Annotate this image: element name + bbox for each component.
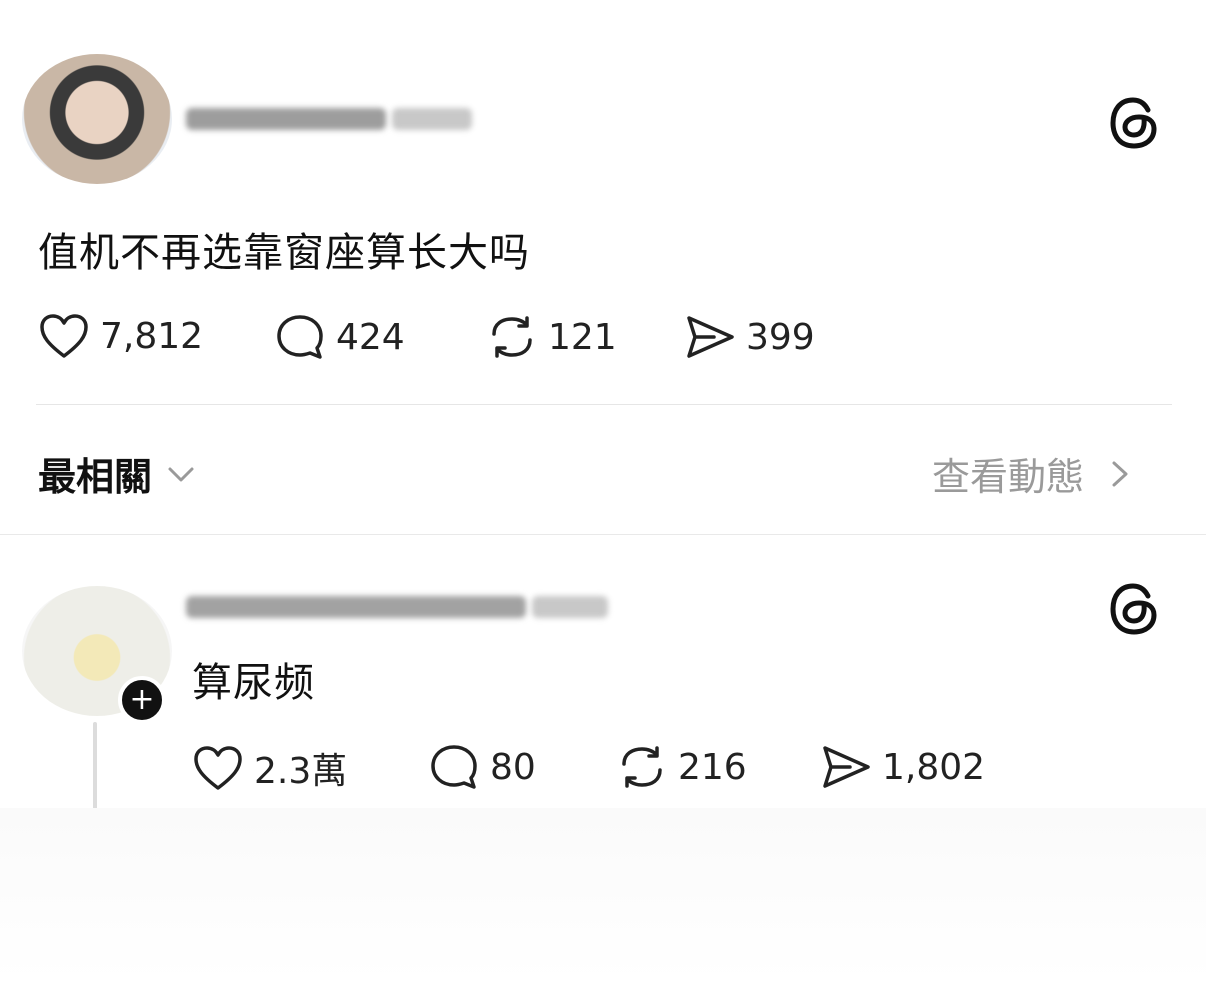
repost-icon [492, 316, 532, 358]
reply-like-count: 2.3萬 [254, 751, 348, 792]
post-timestamp [392, 108, 472, 130]
send-icon [687, 316, 734, 358]
like-button[interactable]: 7,812 [38, 312, 203, 360]
view-activity-link[interactable]: 查看動態 [932, 446, 1136, 501]
post-text: 值机不再选靠窗座算长大吗 [38, 230, 530, 276]
heart-icon [40, 314, 88, 358]
follow-button[interactable]: + [118, 676, 166, 724]
like-count: 7,812 [100, 315, 204, 357]
reply-share-count: 1,802 [882, 746, 986, 788]
repost-count: 121 [548, 316, 617, 358]
reply-repost-count: 216 [678, 746, 747, 788]
reply-thread-line [93, 722, 97, 810]
sort-label: 最相關 [38, 455, 153, 499]
reply-like-button[interactable]: 2.3萬 [192, 742, 347, 794]
comment-count: 424 [336, 316, 405, 358]
reply-comment-button[interactable]: 80 [428, 742, 536, 792]
post-divider [36, 404, 1172, 405]
heart-icon [194, 746, 242, 790]
reply-share-button[interactable]: 1,802 [820, 742, 985, 792]
reply-comment-count: 80 [490, 746, 536, 788]
post-author-avatar[interactable] [22, 54, 172, 184]
reply-author-username[interactable] [186, 596, 526, 618]
section-divider [0, 534, 1206, 535]
reply-repost-button[interactable]: 216 [616, 742, 747, 792]
view-activity-label: 查看動態 [932, 455, 1085, 499]
reply-timestamp [532, 596, 608, 618]
share-count: 399 [746, 316, 815, 358]
repost-button[interactable]: 121 [486, 312, 617, 362]
share-button[interactable]: 399 [684, 312, 815, 362]
blank-area [0, 808, 1206, 982]
repost-icon [622, 746, 662, 788]
reply-text: 算尿频 [192, 660, 315, 706]
send-icon [823, 746, 870, 788]
post-author-username[interactable] [186, 108, 386, 130]
threads-logo-icon[interactable] [1108, 96, 1160, 150]
sort-dropdown[interactable]: 最相關 [38, 446, 198, 501]
threads-logo-icon[interactable] [1108, 582, 1160, 636]
chevron-right-icon [1112, 461, 1128, 486]
chevron-down-icon [168, 467, 194, 481]
comment-icon [431, 745, 477, 789]
comment-button[interactable]: 424 [274, 312, 405, 362]
comment-icon [277, 315, 323, 359]
plus-icon: + [129, 682, 155, 717]
